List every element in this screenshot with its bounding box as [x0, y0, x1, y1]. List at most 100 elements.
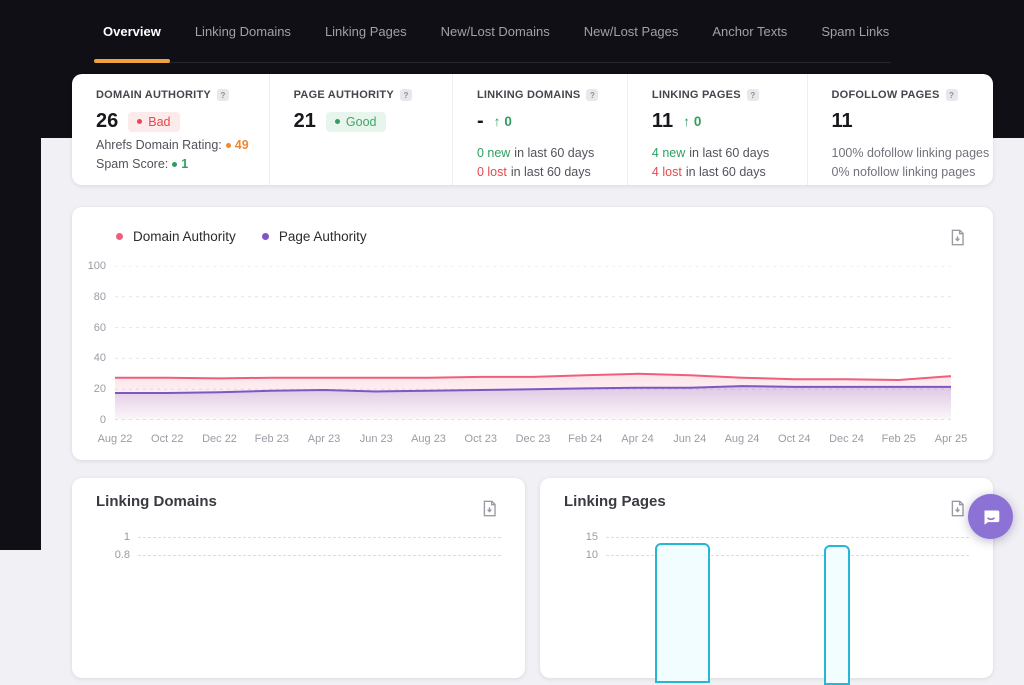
y-axis-tick-label: 20: [94, 383, 106, 395]
chart-plot-area: [115, 266, 951, 420]
y-axis-tick-label: 10: [564, 549, 598, 561]
tab-linking-pages[interactable]: Linking Pages: [325, 0, 407, 62]
linking-domains-mini-chart: 10.8: [96, 523, 501, 663]
status-badge-good: Good: [326, 112, 386, 132]
linking-domains-chart-card: Linking Domains 10.8: [72, 478, 525, 678]
authority-trend-chart-card: Domain Authority Page Authority 100 80 60 4…: [72, 207, 993, 460]
legend-page-authority[interactable]: Page Authority: [262, 229, 367, 244]
metric-value: 11: [832, 110, 853, 133]
tab-new-lost-pages[interactable]: New/Lost Pages: [584, 0, 679, 62]
help-icon[interactable]: [217, 89, 229, 101]
tab-linking-domains[interactable]: Linking Domains: [195, 0, 291, 62]
ahrefs-domain-rating: Ahrefs Domain Rating: 49: [96, 138, 249, 152]
metric-title: LINKING DOMAINS: [477, 89, 581, 101]
red-dot-icon: [137, 119, 142, 124]
x-axis-tick-label: Feb 23: [255, 433, 289, 445]
help-icon[interactable]: [400, 89, 412, 101]
metric-value: 21: [294, 110, 316, 133]
y-axis-tick-label: 60: [94, 322, 106, 334]
tab-overview[interactable]: Overview: [103, 0, 161, 62]
y-axis-tick-label: 80: [94, 291, 106, 303]
metric-title: DOMAIN AUTHORITY: [96, 89, 211, 101]
metric-domain-authority: DOMAIN AUTHORITY 26 Bad Ahrefs Domain Ra…: [72, 74, 270, 185]
x-axis-tick-label: Aug 22: [98, 433, 133, 445]
gridline: [138, 537, 501, 538]
green-dot-icon: [335, 119, 340, 124]
x-axis-tick-label: Feb 25: [882, 433, 916, 445]
tab-new-lost-domains[interactable]: New/Lost Domains: [441, 0, 550, 62]
metric-title: LINKING PAGES: [652, 89, 741, 101]
left-edge-strip: [0, 0, 41, 550]
x-axis-tick-label: Feb 24: [568, 433, 602, 445]
delta-up: ↑ 0: [683, 114, 701, 129]
metric-page-authority: PAGE AUTHORITY 21 Good: [270, 74, 453, 185]
metric-value: -: [477, 110, 484, 133]
chat-bubble-icon: [979, 505, 1003, 529]
x-axis-tick-label: Aug 24: [725, 433, 760, 445]
x-axis-tick-label: Oct 23: [465, 433, 497, 445]
dofollow-percent: 100% dofollow linking pages: [832, 146, 990, 160]
y-axis-tick-label: 0: [100, 414, 106, 426]
orange-dot-icon: [226, 143, 231, 148]
export-file-icon[interactable]: [949, 229, 966, 246]
green-dot-icon: [172, 162, 177, 167]
chart-legend: Domain Authority Page Authority: [116, 229, 367, 244]
y-axis-labels: 100806040200: [72, 266, 108, 420]
metrics-summary-card: DOMAIN AUTHORITY 26 Bad Ahrefs Domain Ra…: [72, 74, 993, 185]
metric-linking-pages: LINKING PAGES 11 ↑ 0 4 new in last 60 da…: [628, 74, 808, 185]
x-axis-tick-label: Apr 23: [308, 433, 340, 445]
metric-value: 11: [652, 110, 673, 133]
legend-dot-icon: [262, 233, 269, 240]
tab-spam-links[interactable]: Spam Links: [821, 0, 889, 62]
metric-linking-domains: LINKING DOMAINS - ↑ 0 0 new in last 60 d…: [453, 74, 628, 185]
tab-anchor-texts[interactable]: Anchor Texts: [712, 0, 787, 62]
lost-in-60-days: 0 lost in last 60 days: [477, 165, 607, 179]
mini-gridline-row: 0.8: [96, 549, 501, 561]
metric-title: DOFOLLOW PAGES: [832, 89, 940, 101]
y-axis-tick-label: 100: [88, 260, 106, 272]
chat-widget-button[interactable]: [968, 494, 1013, 539]
lost-in-60-days: 4 lost in last 60 days: [652, 165, 787, 179]
help-icon[interactable]: [946, 89, 958, 101]
legend-dot-icon: [116, 233, 123, 240]
x-axis-tick-label: Dec 24: [829, 433, 864, 445]
card-title: Linking Domains: [96, 493, 217, 510]
x-axis-tick-label: Jun 23: [360, 433, 393, 445]
mini-gridline-row: 1: [96, 531, 501, 543]
y-axis-tick-label: 1: [96, 531, 130, 543]
metric-dofollow-pages: DOFOLLOW PAGES 11 100% dofollow linking …: [808, 74, 1010, 185]
new-in-60-days: 4 new in last 60 days: [652, 146, 787, 160]
delta-up: ↑ 0: [494, 114, 512, 129]
x-axis-tick-label: Dec 22: [202, 433, 237, 445]
x-axis-tick-label: Aug 23: [411, 433, 446, 445]
main-chart: [115, 266, 951, 420]
up-arrow-icon: ↑: [683, 114, 690, 129]
metric-value: 26: [96, 110, 118, 133]
export-file-icon[interactable]: [481, 500, 498, 517]
metric-title: PAGE AUTHORITY: [294, 89, 394, 101]
up-arrow-icon: ↑: [494, 114, 501, 129]
spam-score: Spam Score: 1: [96, 157, 249, 171]
nofollow-percent: 0% nofollow linking pages: [832, 165, 990, 179]
x-axis-tick-label: Jun 24: [673, 433, 706, 445]
gridline: [138, 555, 501, 556]
linking-pages-chart-card: Linking Pages 1510: [540, 478, 993, 678]
bar[interactable]: [655, 543, 710, 683]
tab-bar: Overview Linking Domains Linking Pages N…: [103, 0, 891, 63]
y-axis-tick-label: 0.8: [96, 549, 130, 561]
x-axis-tick-label: Oct 24: [778, 433, 810, 445]
new-in-60-days: 0 new in last 60 days: [477, 146, 607, 160]
x-axis-tick-label: Dec 23: [516, 433, 551, 445]
y-axis-tick-label: 15: [564, 531, 598, 543]
linking-pages-bars: [610, 478, 963, 678]
bar[interactable]: [824, 545, 850, 685]
legend-domain-authority[interactable]: Domain Authority: [116, 229, 236, 244]
help-icon[interactable]: [747, 89, 759, 101]
x-axis-tick-label: Apr 25: [935, 433, 967, 445]
x-axis-labels: Aug 22Oct 22Dec 22Feb 23Apr 23Jun 23Aug …: [115, 433, 951, 447]
help-icon[interactable]: [586, 89, 598, 101]
y-axis-tick-label: 40: [94, 352, 106, 364]
status-badge-bad: Bad: [128, 112, 179, 132]
x-axis-tick-label: Oct 22: [151, 433, 183, 445]
x-axis-tick-label: Apr 24: [621, 433, 653, 445]
